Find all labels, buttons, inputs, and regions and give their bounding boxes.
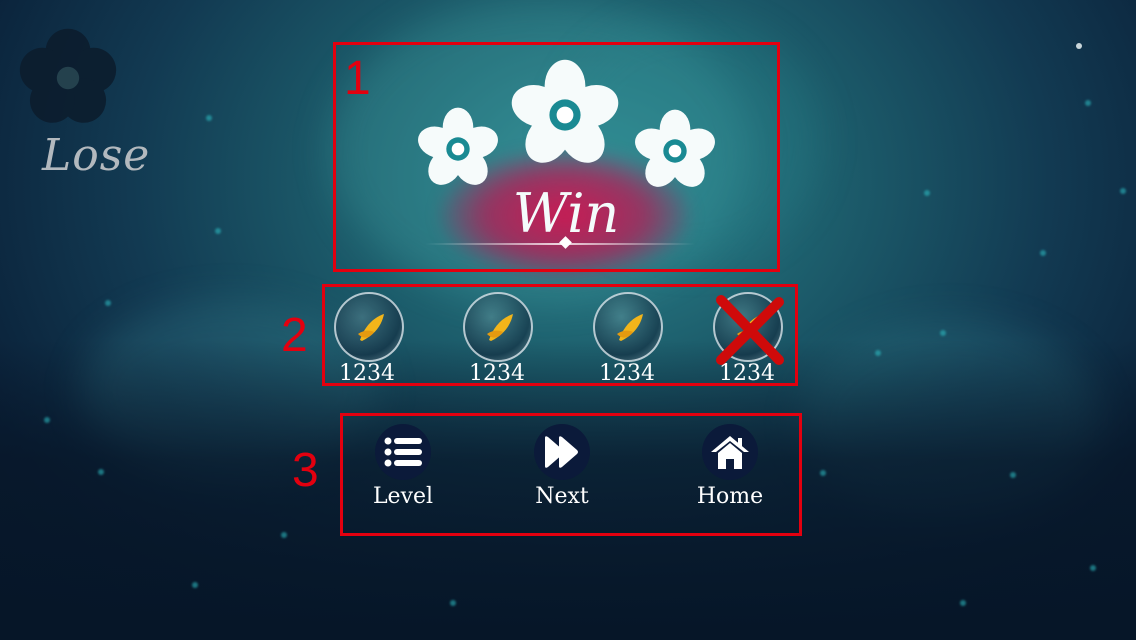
lose-label: Lose xyxy=(42,130,151,181)
annotation-box-1 xyxy=(333,42,780,272)
annotation-box-2 xyxy=(322,284,798,386)
annotation-number-2: 2 xyxy=(281,309,308,362)
annotation-number-1: 1 xyxy=(344,52,371,105)
lose-flower-icon xyxy=(19,28,117,123)
menu-dot-button[interactable] xyxy=(1076,43,1082,49)
annotation-number-3: 3 xyxy=(292,444,319,497)
annotation-box-3 xyxy=(340,413,802,536)
